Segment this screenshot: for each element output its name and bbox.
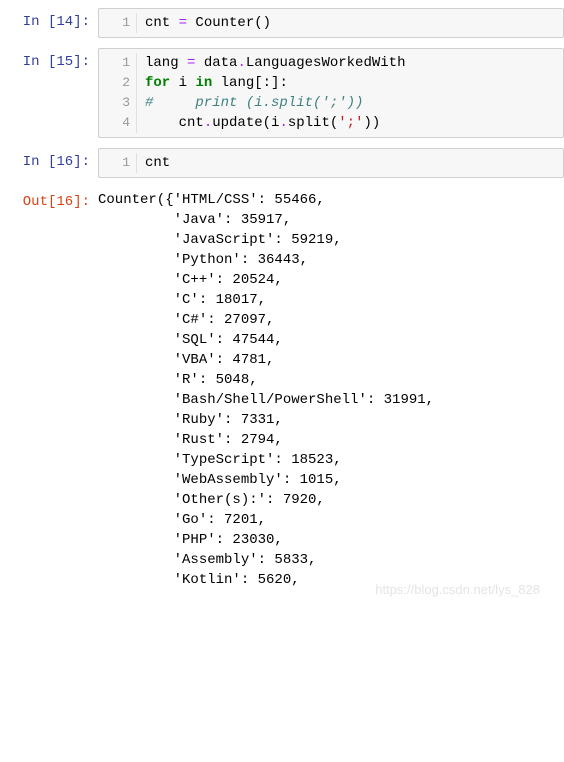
input-prompt: In [16]: [8, 148, 98, 170]
output-line: 'C++': 20524, [98, 270, 564, 290]
output-line: 'Java': 35917, [98, 210, 564, 230]
line-number: 1 [99, 153, 137, 173]
output-line: 'Rust': 2794, [98, 430, 564, 450]
output-area: Counter({'HTML/CSS': 55466, 'Java': 3591… [98, 188, 564, 590]
output-cell: Out[16]:Counter({'HTML/CSS': 55466, 'Jav… [8, 188, 564, 590]
output-line: 'Other(s):': 7920, [98, 490, 564, 510]
input-prompt: In [15]: [8, 48, 98, 70]
output-line: 'TypeScript': 18523, [98, 450, 564, 470]
code-line: 1cnt [99, 153, 563, 173]
code-area[interactable]: 1cnt = Counter() [98, 8, 564, 38]
output-line: 'Go': 7201, [98, 510, 564, 530]
output-line: 'JavaScript': 59219, [98, 230, 564, 250]
output-line: 'Kotlin': 5620, [98, 570, 564, 590]
code-text: cnt = Counter() [137, 13, 271, 33]
input-cell: In [15]:1lang = data.LanguagesWorkedWith… [8, 48, 564, 138]
code-area[interactable]: 1lang = data.LanguagesWorkedWith2for i i… [98, 48, 564, 138]
output-line: 'Ruby': 7331, [98, 410, 564, 430]
line-number: 1 [99, 13, 137, 33]
output-line: 'C': 18017, [98, 290, 564, 310]
input-cell: In [16]:1cnt [8, 148, 564, 178]
output-line: 'Bash/Shell/PowerShell': 31991, [98, 390, 564, 410]
output-line: 'WebAssembly': 1015, [98, 470, 564, 490]
line-number: 3 [99, 93, 137, 113]
output-line: 'SQL': 47544, [98, 330, 564, 350]
code-line: 4 cnt.update(i.split(';')) [99, 113, 563, 133]
notebook-root: In [14]:1cnt = Counter()In [15]:1lang = … [8, 8, 564, 597]
input-prompt: In [14]: [8, 8, 98, 30]
code-line: 3# print (i.split(';')) [99, 93, 563, 113]
output-line: 'VBA': 4781, [98, 350, 564, 370]
line-number: 4 [99, 113, 137, 133]
code-line: 1lang = data.LanguagesWorkedWith [99, 53, 563, 73]
output-line: 'C#': 27097, [98, 310, 564, 330]
output-line: 'Assembly': 5833, [98, 550, 564, 570]
code-area[interactable]: 1cnt [98, 148, 564, 178]
input-cell: In [14]:1cnt = Counter() [8, 8, 564, 38]
code-text: # print (i.split(';')) [137, 93, 363, 113]
output-line: 'Python': 36443, [98, 250, 564, 270]
code-text: cnt [137, 153, 170, 173]
line-number: 1 [99, 53, 137, 73]
code-text: lang = data.LanguagesWorkedWith [137, 53, 405, 73]
output-prompt: Out[16]: [8, 188, 98, 210]
line-number: 2 [99, 73, 137, 93]
code-text: for i in lang[:]: [137, 73, 288, 93]
output-line: 'PHP': 23030, [98, 530, 564, 550]
output-line: Counter({'HTML/CSS': 55466, [98, 190, 564, 210]
output-line: 'R': 5048, [98, 370, 564, 390]
code-text: cnt.update(i.split(';')) [137, 113, 380, 133]
code-line: 1cnt = Counter() [99, 13, 563, 33]
code-line: 2for i in lang[:]: [99, 73, 563, 93]
